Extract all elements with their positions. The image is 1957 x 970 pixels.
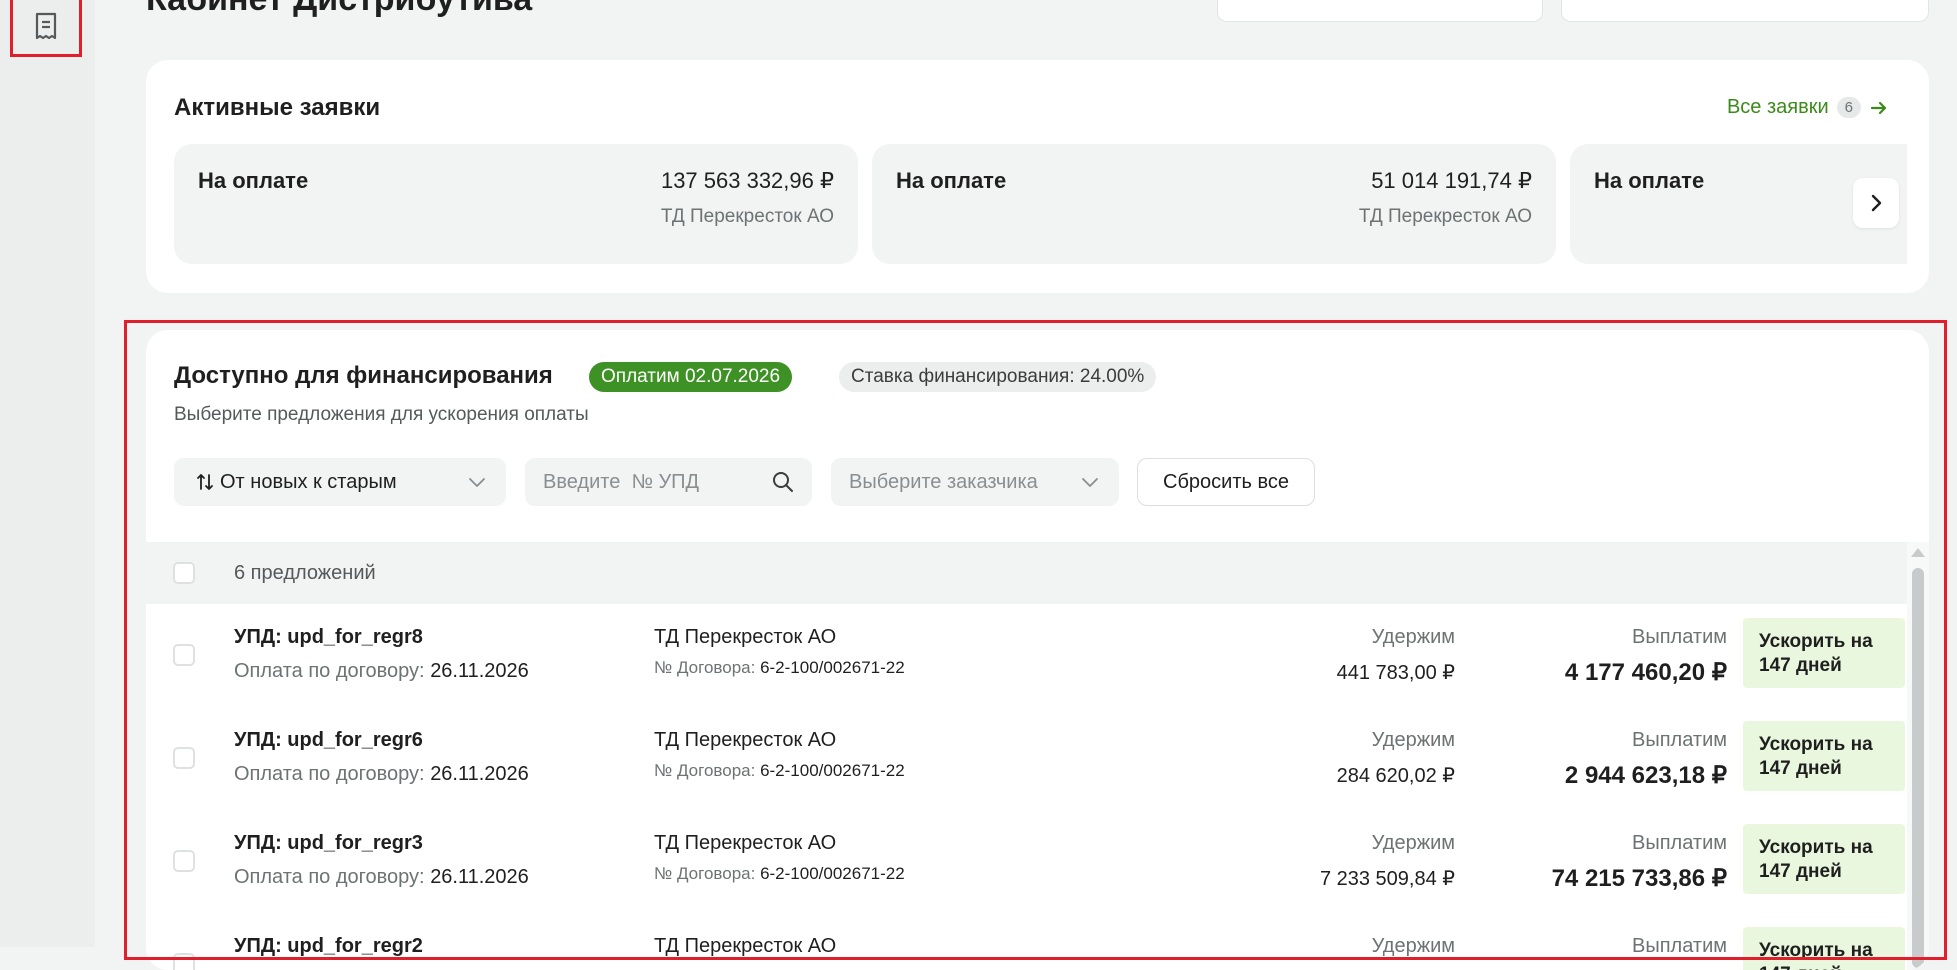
sidebar xyxy=(0,0,95,947)
carousel-next-button[interactable] xyxy=(1853,178,1899,228)
application-amount: 137 563 332,96 ₽ xyxy=(660,168,834,193)
all-applications-label: Все заявки xyxy=(1726,96,1829,118)
applications-count-badge: 6 xyxy=(1836,97,1861,118)
header-widget-2[interactable] xyxy=(1561,0,1929,22)
sidebar-item-documents[interactable] xyxy=(10,0,82,57)
application-status: На оплате xyxy=(896,168,1007,193)
application-company: ТД Перекресток АО xyxy=(1358,206,1532,227)
all-applications-link[interactable]: Все заявки 6 xyxy=(1727,96,1889,119)
receipt-icon xyxy=(35,12,57,40)
application-amount: 51 014 191,74 ₽ xyxy=(1371,168,1532,193)
arrow-right-icon xyxy=(1870,101,1887,114)
chevron-right-icon xyxy=(1871,194,1882,212)
page-title: Кабинет Дистрибутива xyxy=(146,0,532,19)
highlight-frame xyxy=(124,320,1947,960)
application-card[interactable]: На оплате 51 014 191,74 ₽ ТД Перекресток… xyxy=(872,144,1556,264)
header-widget-1[interactable] xyxy=(1217,0,1543,22)
application-card[interactable]: На оплате 137 563 332,96 ₽ ТД Перекресто… xyxy=(174,144,858,264)
active-applications-title: Активные заявки xyxy=(174,94,381,121)
application-status: На оплате xyxy=(1594,168,1705,193)
active-applications-card: Активные заявки Все заявки 6 На оплате 1… xyxy=(146,60,1929,293)
application-status: На оплате xyxy=(198,168,309,193)
applications-carousel: На оплате 137 563 332,96 ₽ ТД Перекресто… xyxy=(174,144,1907,264)
application-company: ТД Перекресток АО xyxy=(660,206,834,227)
